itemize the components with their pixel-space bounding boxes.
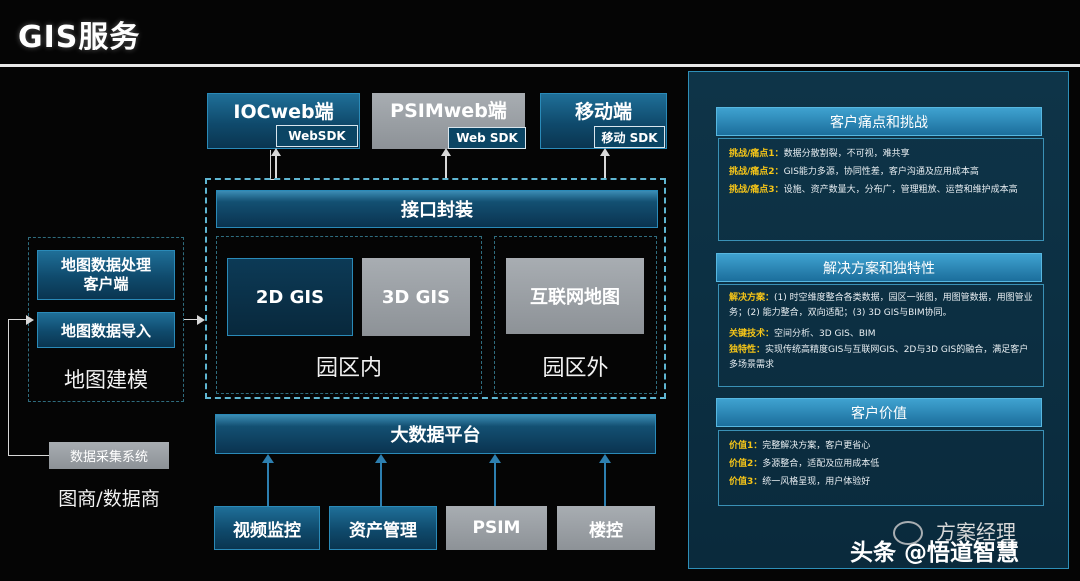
sdk-tag-websdk: WebSDK [276, 125, 358, 147]
connector-mobile [604, 154, 606, 180]
source-building-control: 楼控 [557, 506, 655, 550]
section-pain-points-header: 客户痛点和挑战 [716, 107, 1042, 136]
client-mobile-label: 移动端 [574, 101, 632, 123]
arrow-up-mobile-icon [600, 148, 610, 156]
client-psim-web-label: PSIMweb端 [390, 100, 507, 122]
sdk-tag-mobile-sdk: 移动 SDK [594, 126, 665, 148]
sdk-tag-web-sdk: Web SDK [448, 127, 526, 149]
box-internet-map: 互联网地图 [506, 258, 644, 334]
source-psim: PSIM [446, 506, 547, 550]
interface-layer: 接口封装 [216, 190, 658, 228]
source-asset: 资产管理 [329, 506, 437, 550]
arrow-right-platform-icon [197, 315, 205, 325]
modeling-label: 地图建模 [64, 368, 148, 392]
data-collection-tag: 数据采集系统 [49, 442, 169, 469]
watermark-account: 头条 @悟道智慧 [850, 540, 1020, 566]
map-data-import: 地图数据导入 [37, 312, 175, 348]
bigdata-platform: 大数据平台 [215, 414, 656, 454]
map-data-processing-client: 地图数据处理 客户端 [37, 250, 175, 300]
arrow-right-modeling-icon [26, 315, 34, 325]
client-ioc-web-label: IOCweb端 [233, 101, 334, 123]
title-divider [0, 64, 1080, 67]
box-2d-gis: 2D GIS [227, 258, 353, 336]
source-video: 视频监控 [214, 506, 320, 550]
section-value-body: 价值1：完整解决方案，客户更省心 价值2：多源整合，适配及应用成本低 价值3：统… [718, 430, 1044, 506]
page-title: GIS服务 [18, 20, 141, 55]
section-solution-header: 解决方案和独特性 [716, 253, 1042, 282]
section-pain-points-body: 挑战/痛点1：数据分散割裂，不可视，难共享 挑战/痛点2：GIS能力多源，协同性… [718, 138, 1044, 241]
collection-label: 图商/数据商 [58, 488, 160, 510]
outer-zone-label: 园区外 [542, 356, 609, 381]
section-value-header: 客户价值 [716, 398, 1042, 427]
inner-zone-label: 园区内 [315, 356, 382, 381]
arrow-up-psim-icon [441, 148, 451, 156]
connector-psim [445, 154, 447, 180]
box-3d-gis: 3D GIS [362, 258, 470, 336]
section-solution-body: 解决方案：(1) 时空维度整合各类数据，园区一张图，用图管数据，用图管业务；(2… [718, 284, 1044, 387]
